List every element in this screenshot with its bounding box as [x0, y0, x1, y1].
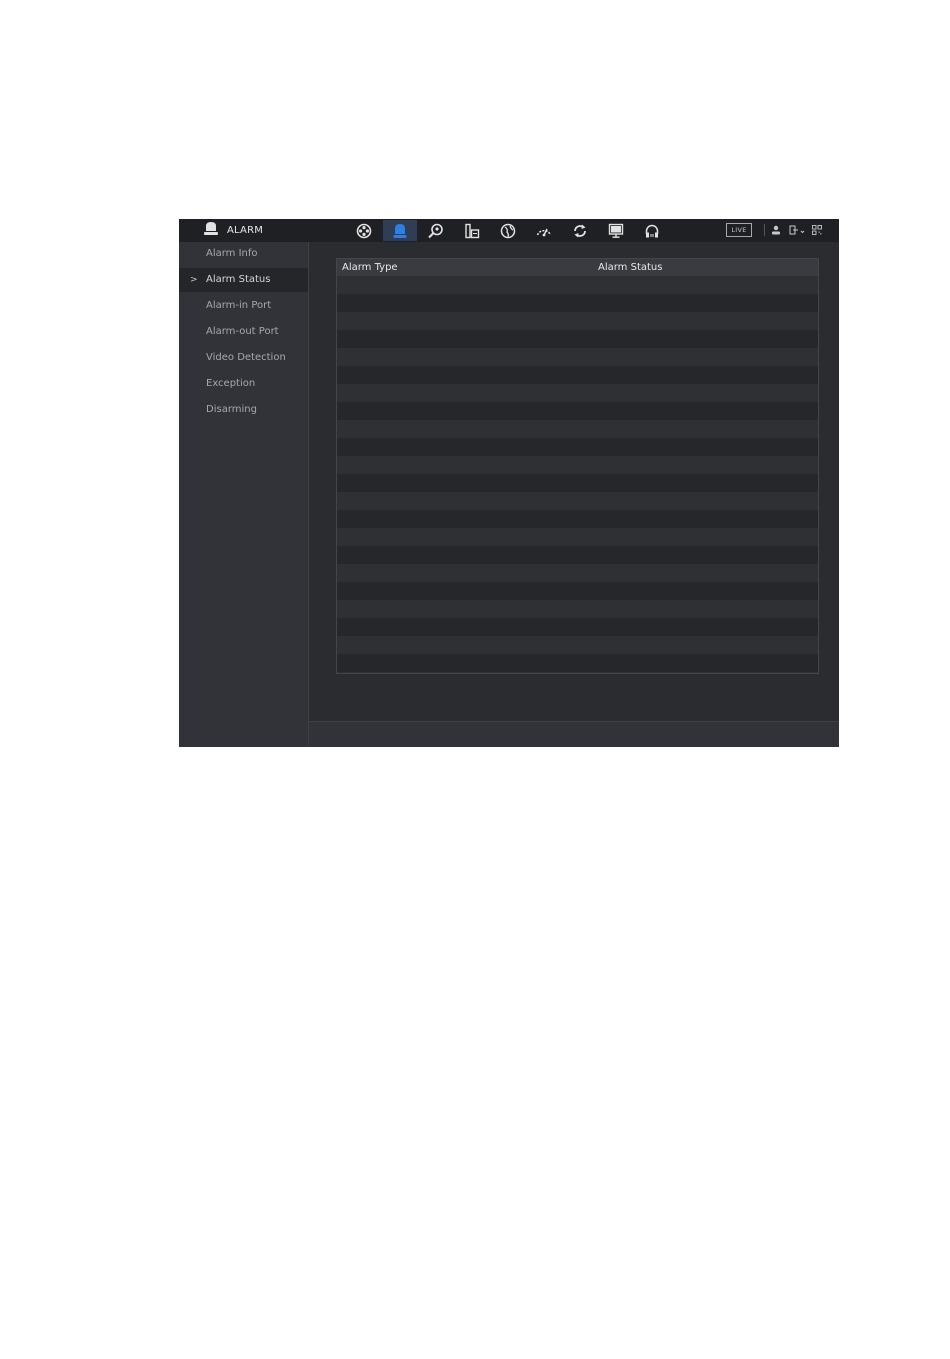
- app-title-label: ALARM: [227, 225, 264, 236]
- sidebar-item-label: Disarming: [206, 404, 257, 415]
- table-row: [337, 330, 818, 348]
- sidebar-item-label: Alarm-out Port: [206, 326, 279, 337]
- chevron-right-icon: >: [190, 275, 198, 285]
- camera-reel-icon[interactable]: [347, 220, 381, 241]
- toolbar-divider: [764, 224, 765, 236]
- search-icon[interactable]: [419, 220, 453, 241]
- display-icon[interactable]: [599, 220, 633, 241]
- table-row: [337, 618, 818, 636]
- table-row: [337, 312, 818, 330]
- sidebar-item-video-detection[interactable]: Video Detection: [179, 346, 308, 370]
- top-navigation-bar: ALARM LIVE: [179, 219, 839, 243]
- alarm-bell-icon: [203, 221, 219, 240]
- sidebar-item-exception[interactable]: Exception: [179, 372, 308, 396]
- storage-icon[interactable]: [455, 220, 489, 241]
- table-row: [337, 348, 818, 366]
- sidebar-item-alarm-info[interactable]: Alarm Info: [179, 242, 308, 266]
- table-body: [337, 276, 818, 672]
- main-content: Alarm Type Alarm Status: [309, 242, 839, 721]
- table-row: [337, 636, 818, 654]
- column-header-alarm-type: Alarm Type: [342, 262, 398, 273]
- column-header-alarm-status: Alarm Status: [598, 262, 663, 273]
- logout-icon[interactable]: [789, 224, 805, 236]
- app-title: ALARM: [203, 219, 263, 242]
- sidebar-item-alarm-out-port[interactable]: Alarm-out Port: [179, 320, 308, 344]
- performance-gauge-icon[interactable]: [527, 220, 561, 241]
- sidebar-menu: Alarm Info > Alarm Status Alarm-in Port …: [179, 242, 309, 747]
- table-header: Alarm Type Alarm Status: [337, 259, 818, 276]
- alarm-status-table: Alarm Type Alarm Status: [336, 258, 819, 674]
- user-icon[interactable]: [771, 224, 781, 236]
- network-globe-icon[interactable]: [491, 220, 525, 241]
- table-row: [337, 582, 818, 600]
- sidebar-item-alarm-status[interactable]: > Alarm Status: [179, 268, 308, 292]
- qr-code-icon[interactable]: [812, 224, 822, 236]
- table-row: [337, 420, 818, 438]
- live-view-button[interactable]: LIVE: [726, 223, 752, 237]
- table-row: [337, 528, 818, 546]
- table-row: [337, 294, 818, 312]
- alarm-bell-nav-icon[interactable]: [383, 220, 417, 241]
- table-row: [337, 402, 818, 420]
- table-row: [337, 600, 818, 618]
- table-row: [337, 492, 818, 510]
- sidebar-item-disarming[interactable]: Disarming: [179, 398, 308, 422]
- table-row: [337, 564, 818, 582]
- sidebar-item-label: Video Detection: [206, 352, 286, 363]
- sidebar-item-label: Alarm Info: [206, 248, 258, 259]
- table-row: [337, 366, 818, 384]
- table-row: [337, 384, 818, 402]
- sidebar-item-label: Alarm Status: [206, 274, 271, 285]
- app-window: ALARM LIVE Alarm Info > Alarm Status Ala…: [179, 219, 839, 747]
- table-row: [337, 546, 818, 564]
- table-row: [337, 456, 818, 474]
- bottom-status-bar: [309, 721, 839, 747]
- table-row: [337, 474, 818, 492]
- table-row: [337, 438, 818, 456]
- sidebar-item-label: Exception: [206, 378, 256, 389]
- sidebar-item-alarm-in-port[interactable]: Alarm-in Port: [179, 294, 308, 318]
- table-row: [337, 654, 818, 672]
- table-row: [337, 510, 818, 528]
- table-row: [337, 276, 818, 294]
- refresh-icon[interactable]: [563, 220, 597, 241]
- sidebar-item-label: Alarm-in Port: [206, 300, 272, 311]
- headset-icon[interactable]: [635, 220, 669, 241]
